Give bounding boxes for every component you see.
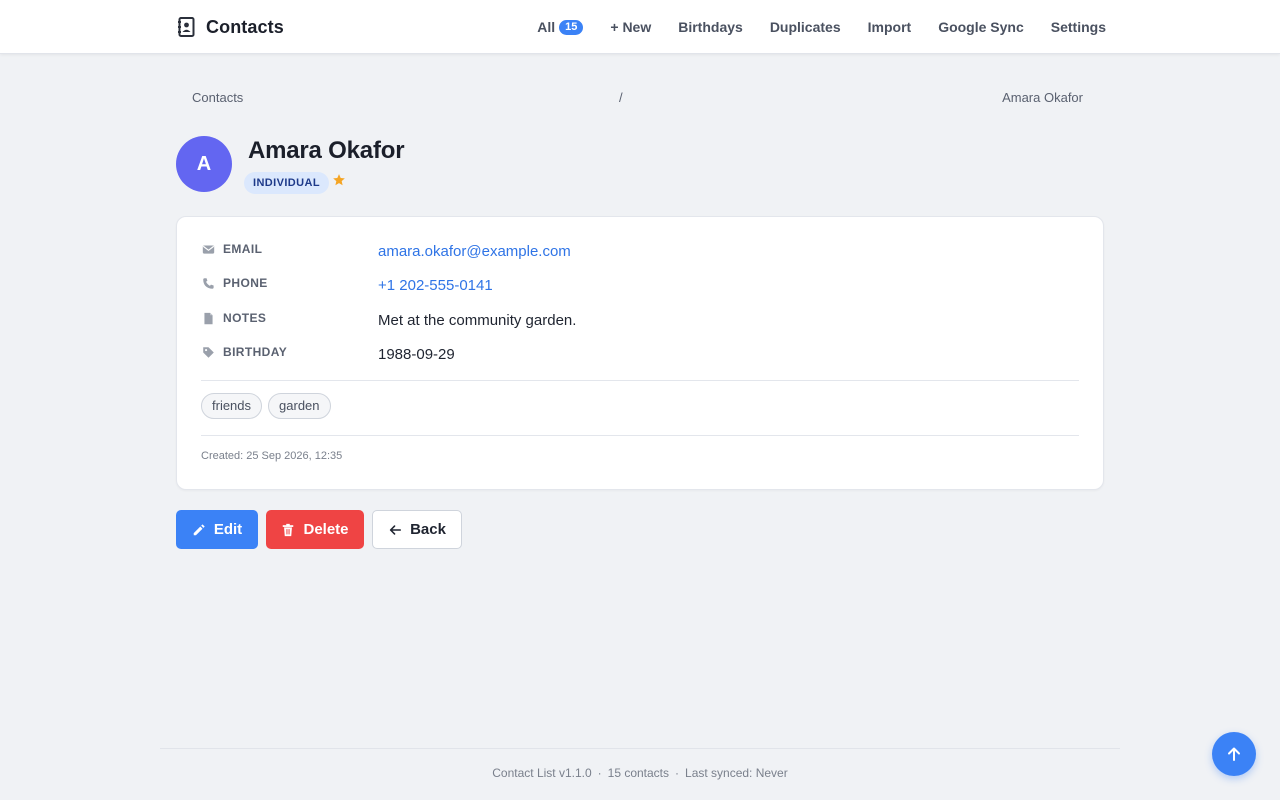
nav-settings[interactable]: Settings [1051, 19, 1106, 35]
tag-chip[interactable]: garden [268, 393, 331, 419]
footer: Contact List v1.1.0 · 15 contacts · Last syn… [160, 766, 1120, 780]
arrow-left-icon [389, 524, 402, 535]
field-notes: NOTES Met at the community garden. [202, 311, 1080, 333]
field-notes-label-text: NOTES [223, 311, 267, 325]
field-birthday: BIRTHDAY 1988-09-29 [202, 345, 1080, 367]
back-button[interactable]: Back [372, 510, 462, 549]
top-bar: Contacts All 15 + New Birthdays Duplicat… [0, 0, 1280, 54]
field-birthday-label-text: BIRTHDAY [223, 345, 288, 359]
address-book-icon [178, 17, 195, 37]
breadcrumb-separator: / [619, 90, 623, 105]
tag-icon [203, 346, 214, 358]
nav-all[interactable]: All 15 [537, 19, 584, 35]
created-timestamp: Created: 25 Sep 2026, 12:35 [201, 450, 343, 462]
footer-divider [160, 748, 1120, 749]
field-email-label: EMAIL [202, 242, 262, 256]
footer-sync-status: Last synced: Never [685, 766, 788, 780]
envelope-icon [202, 244, 215, 254]
back-button-label: Back [410, 521, 446, 538]
contact-count-badge: 15 [559, 19, 584, 35]
document-icon [204, 312, 213, 324]
contact-type-badge: INDIVIDUAL [244, 172, 329, 194]
star-icon[interactable] [332, 173, 346, 187]
phone-link[interactable]: +1 202-555-0141 [378, 277, 493, 294]
nav-all-label: All [537, 19, 556, 35]
nav-import[interactable]: Import [868, 19, 912, 35]
nav-new[interactable]: + New [610, 19, 651, 35]
footer-version: Contact List v1.1.0 [492, 766, 592, 780]
notes-value: Met at the community garden. [378, 312, 577, 329]
field-phone-label: PHONE [202, 276, 268, 290]
main-nav: All 15 + New Birthdays Duplicates Import… [537, 0, 1106, 54]
nav-duplicates[interactable]: Duplicates [770, 19, 841, 35]
divider [201, 435, 1079, 436]
footer-separator: · [675, 766, 680, 780]
breadcrumb: Contacts / Amara Okafor [176, 90, 1104, 108]
edit-button-label: Edit [213, 521, 243, 538]
contact-details-card: EMAIL amara.okafor@example.com PHONE +1 … [176, 216, 1104, 490]
scroll-to-top-button[interactable] [1212, 732, 1256, 776]
nav-birthdays[interactable]: Birthdays [678, 19, 743, 35]
divider [201, 380, 1079, 381]
footer-contact-count: 15 contacts [607, 766, 670, 780]
tag-list: friends garden [201, 393, 331, 419]
field-email-label-text: EMAIL [223, 242, 263, 256]
delete-button-label: Delete [303, 521, 349, 538]
breadcrumb-contacts-link[interactable]: Contacts [192, 90, 243, 105]
contact-name: Amara Okafor [248, 137, 405, 164]
pencil-icon [193, 523, 205, 535]
email-link[interactable]: amara.okafor@example.com [378, 243, 571, 260]
phone-icon [203, 277, 214, 289]
field-birthday-label: BIRTHDAY [202, 345, 287, 359]
birthday-value: 1988-09-29 [378, 346, 455, 363]
footer-separator: · [597, 766, 602, 780]
avatar: A [176, 136, 232, 192]
field-email: EMAIL amara.okafor@example.com [202, 242, 1080, 264]
field-notes-label: NOTES [202, 311, 266, 325]
edit-button[interactable]: Edit [176, 510, 258, 549]
breadcrumb-current: Amara Okafor [1002, 90, 1083, 105]
delete-button[interactable]: Delete [266, 510, 364, 549]
tag-chip[interactable]: friends [201, 393, 263, 419]
arrow-up-icon [1228, 747, 1240, 761]
trash-icon [283, 523, 294, 536]
nav-google-sync[interactable]: Google Sync [938, 19, 1024, 35]
app-title: Contacts [206, 16, 284, 37]
field-phone-label-text: PHONE [223, 276, 268, 290]
brand[interactable]: Contacts [178, 16, 284, 38]
field-phone: PHONE +1 202-555-0141 [202, 276, 1080, 298]
